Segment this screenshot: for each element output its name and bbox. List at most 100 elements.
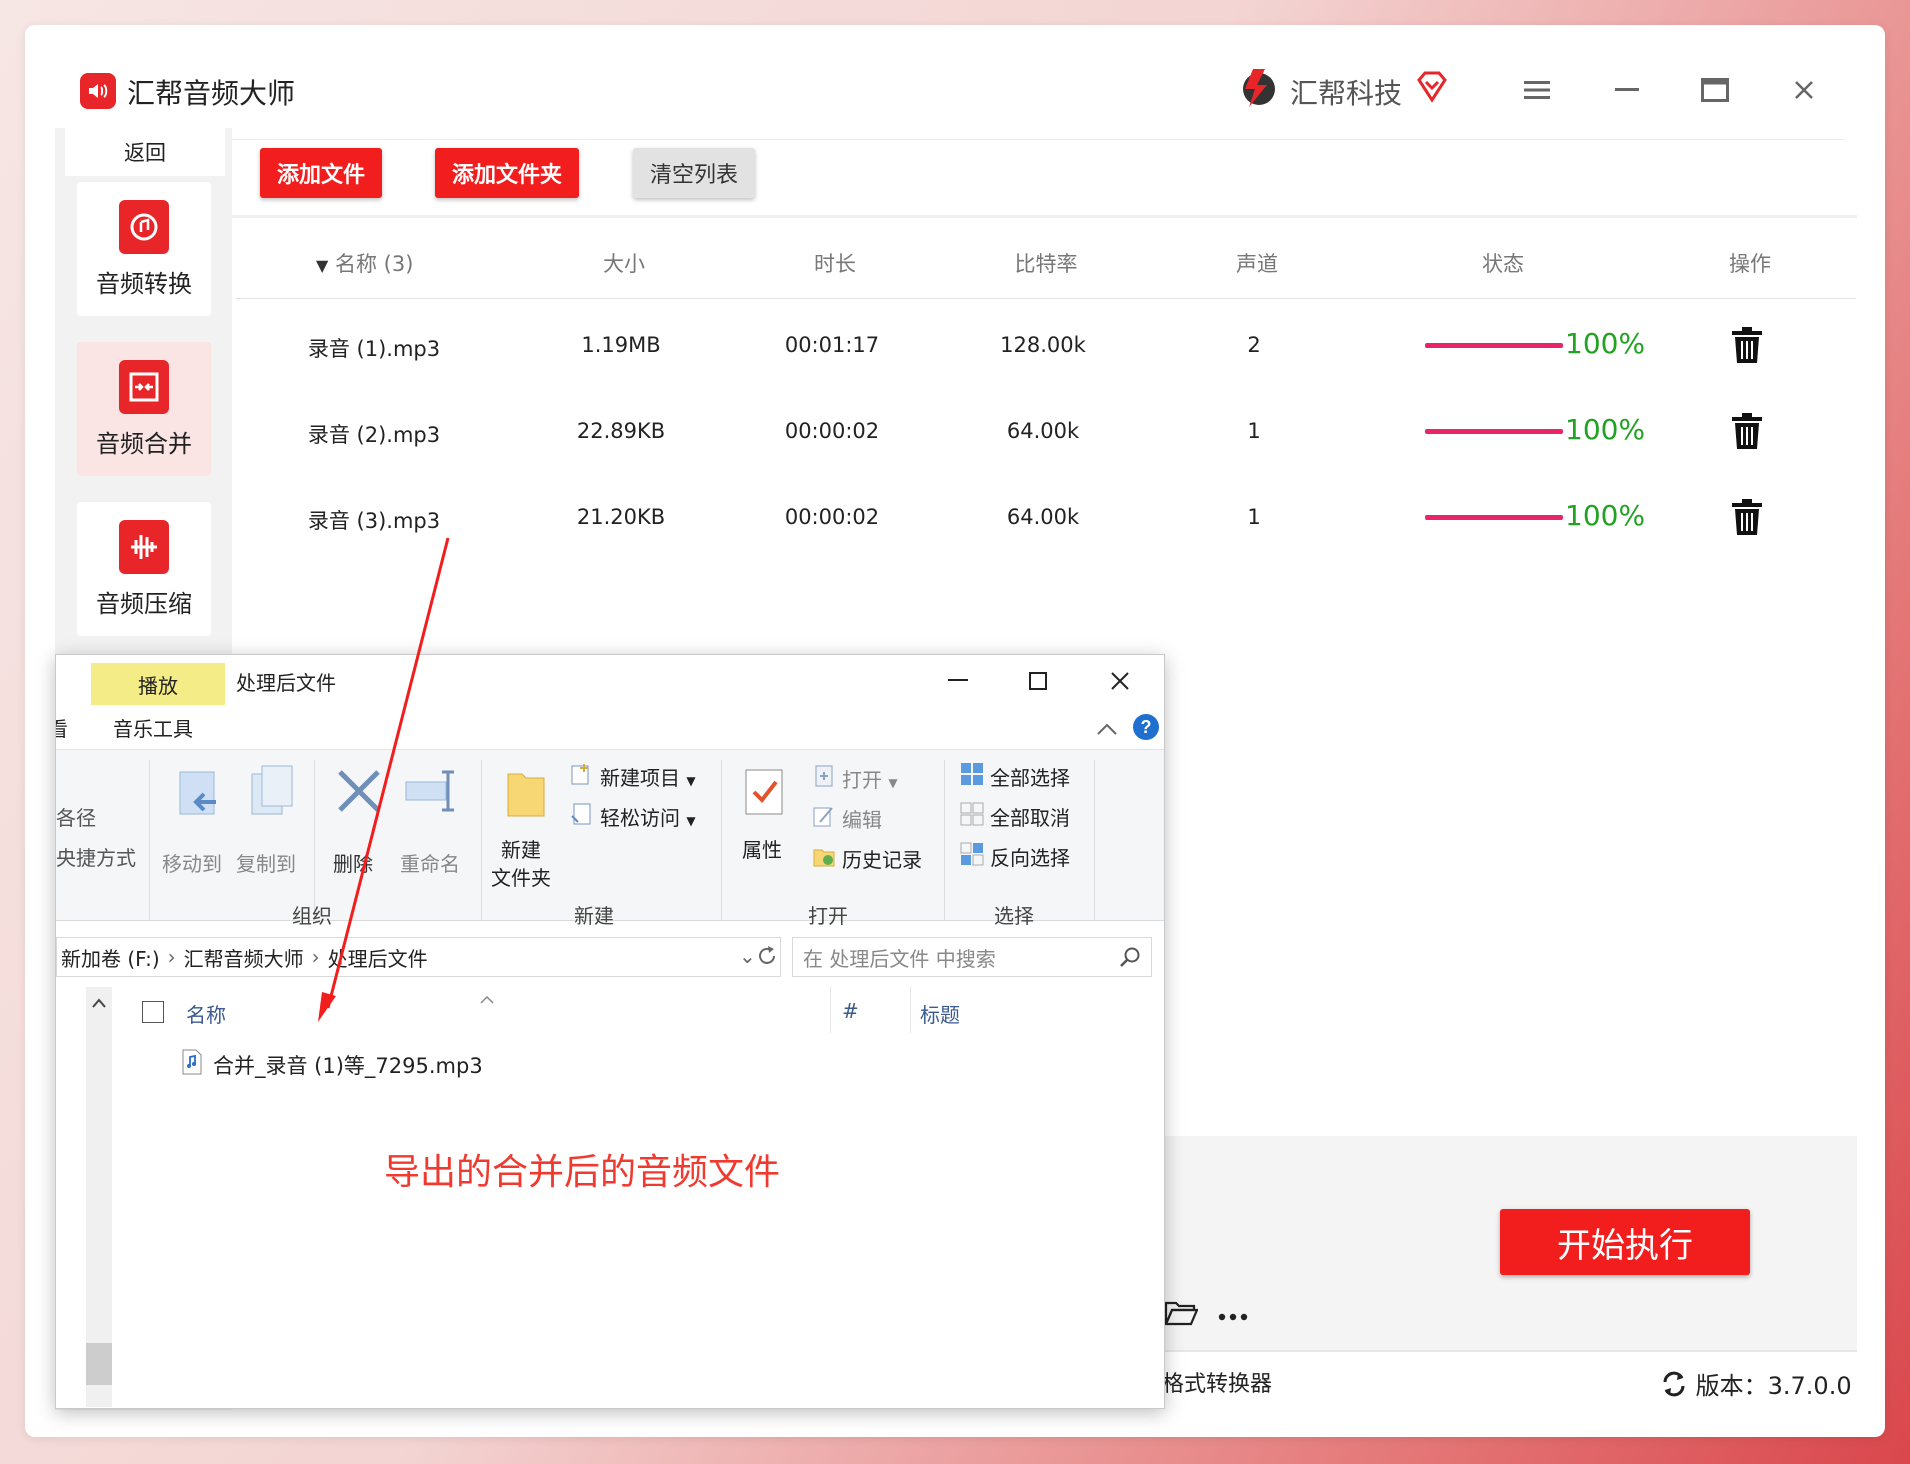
maximize-button[interactable] (1693, 68, 1737, 112)
breadcrumb-output-folder[interactable]: 处理后文件 (328, 943, 428, 972)
edit-button[interactable]: 编辑 (842, 804, 882, 833)
mp3-file-icon (181, 1049, 203, 1080)
explorer-close-button[interactable] (1100, 661, 1140, 701)
file-bitrate: 128.00k (1000, 333, 1086, 357)
history-icon (812, 844, 836, 872)
file-duration: 00:00:02 (784, 419, 880, 443)
delete-button[interactable]: 删除 (333, 848, 373, 877)
chevron-right-icon: › (311, 945, 320, 969)
file-channels: 1 (1247, 419, 1261, 443)
new-folder-button-line1[interactable]: 新建 (501, 834, 541, 863)
invert-selection-icon (960, 842, 984, 870)
audio-compress-icon (119, 520, 169, 574)
footer-product-link[interactable]: 格式转换器 (1162, 1366, 1272, 1398)
search-input[interactable]: 在 处理后文件 中搜索 (792, 937, 1152, 977)
close-button[interactable] (1782, 68, 1826, 112)
select-all-button[interactable]: 全部选择 (990, 762, 1070, 791)
start-button[interactable]: 开始执行 (1500, 1209, 1750, 1275)
column-header-channels[interactable]: 声道 (1207, 248, 1307, 278)
rename-button[interactable]: 重命名 (400, 848, 460, 877)
column-header-action: 操作 (1729, 252, 1771, 276)
breadcrumb-app-folder[interactable]: 汇帮音频大师 (184, 943, 304, 972)
refresh-address-icon[interactable] (756, 945, 778, 971)
ribbon-separator (314, 760, 315, 920)
sidebar-item-audio-merge[interactable]: 音频合并 (77, 342, 211, 476)
address-bar[interactable]: 新加卷 (F:) › 汇帮音频大师 › 处理后文件 ⌄ (56, 937, 781, 977)
select-none-button[interactable]: 全部取消 (990, 802, 1070, 831)
minimize-button[interactable] (1605, 68, 1649, 112)
ribbon-copy-path[interactable]: 各径 (56, 802, 96, 831)
file-duration: 00:01:17 (784, 333, 880, 357)
sort-up-icon (480, 989, 494, 1008)
column-header-name[interactable]: ▼ 名称 (3) (316, 248, 436, 278)
chevron-down-icon[interactable]: ⌄ (739, 944, 756, 968)
ribbon-group-new: 新建 (574, 904, 614, 928)
sidebar-item-audio-convert[interactable]: 音频转换 (77, 182, 211, 316)
ribbon-group-open: 打开 (808, 904, 848, 928)
column-header-number[interactable]: # (842, 999, 859, 1023)
column-separator[interactable] (910, 987, 911, 1033)
ribbon-paste-shortcut[interactable]: 央捷方式 (56, 842, 136, 871)
list-item[interactable]: 合并_录音 (1)等_7295.mp3 (181, 1049, 483, 1080)
select-all-checkbox[interactable] (142, 1001, 164, 1023)
ribbon-separator (944, 760, 945, 920)
new-folder-icon (504, 766, 548, 824)
app-logo-icon (80, 73, 116, 109)
trash-icon[interactable] (1730, 326, 1764, 368)
sidebar-item-label: 音频合并 (96, 430, 192, 458)
back-button[interactable]: 返回 (65, 128, 225, 176)
column-header-size[interactable]: 大小 (574, 248, 674, 278)
move-to-button[interactable]: 移动到 (162, 848, 222, 877)
sidebar-item-audio-compress[interactable]: 音频压缩 (77, 502, 211, 636)
clear-list-button[interactable]: 清空列表 (633, 148, 755, 198)
history-button[interactable]: 历史记录 (842, 844, 922, 873)
folder-open-icon[interactable] (1164, 1301, 1206, 1334)
explorer-maximize-button[interactable] (1018, 661, 1058, 701)
tab-play[interactable]: 播放 (91, 663, 225, 705)
add-folder-button[interactable]: 添加文件夹 (435, 148, 579, 198)
trash-icon[interactable] (1730, 412, 1764, 454)
copy-to-button[interactable]: 复制到 (236, 848, 296, 877)
new-folder-button-line2[interactable]: 文件夹 (491, 862, 551, 891)
progress-label: 100% (1565, 327, 1646, 360)
chevron-right-icon: › (167, 945, 176, 969)
explorer-minimize-button[interactable] (938, 661, 978, 701)
file-explorer-window: 播放 处理后文件 看 音乐工具 ? 各径 央捷方式 移动到 复制到 删除 (55, 654, 1165, 1409)
version-info[interactable]: 版本：3.7.0.0 (1660, 1366, 1852, 1404)
properties-button[interactable]: 属性 (742, 834, 782, 863)
column-header-bitrate[interactable]: 比特率 (996, 248, 1096, 278)
toolbar-divider (232, 215, 1857, 218)
audio-convert-icon (119, 200, 169, 254)
column-header-title[interactable]: 标题 (920, 999, 960, 1028)
breadcrumb-drive[interactable]: 新加卷 (F:) (61, 943, 160, 972)
easy-access-button[interactable]: 轻松访问 ▼ (600, 802, 696, 831)
ribbon-group-select: 选择 (994, 904, 1034, 928)
tab-view-partial[interactable]: 看 (56, 713, 68, 742)
help-icon[interactable]: ? (1132, 713, 1160, 745)
column-header-name[interactable]: 名称 (186, 999, 226, 1028)
table-header-divider (236, 298, 1856, 299)
search-icon[interactable] (1119, 946, 1141, 973)
column-header-duration[interactable]: 时长 (785, 248, 885, 278)
scroll-up-icon[interactable] (92, 993, 106, 1012)
ribbon-group-organize: 组织 (292, 904, 332, 928)
trash-icon[interactable] (1730, 498, 1764, 540)
open-button[interactable]: 打开 ▼ (842, 764, 898, 793)
menu-icon[interactable] (1515, 68, 1559, 112)
add-file-button[interactable]: 添加文件 (260, 148, 382, 198)
new-item-icon (570, 762, 594, 790)
ribbon-collapse-icon[interactable] (1096, 721, 1118, 740)
progress-bar (1425, 429, 1563, 434)
invert-selection-button[interactable]: 反向选择 (990, 842, 1070, 871)
file-name: 录音 (3).mp3 (307, 509, 441, 533)
vip-diamond-icon[interactable] (1415, 70, 1449, 108)
scrollbar-thumb[interactable] (86, 1343, 112, 1385)
edit-icon (812, 804, 836, 832)
more-options-icon[interactable] (1218, 1298, 1248, 1328)
annotation-text: 导出的合并后的音频文件 (384, 1152, 781, 1193)
column-separator[interactable] (830, 987, 831, 1033)
output-folder-controls (1164, 1298, 1248, 1334)
new-item-button[interactable]: 新建项目 ▼ (600, 762, 696, 791)
brand-logo-icon (1235, 65, 1279, 113)
tab-music-tools[interactable]: 音乐工具 (113, 713, 193, 742)
